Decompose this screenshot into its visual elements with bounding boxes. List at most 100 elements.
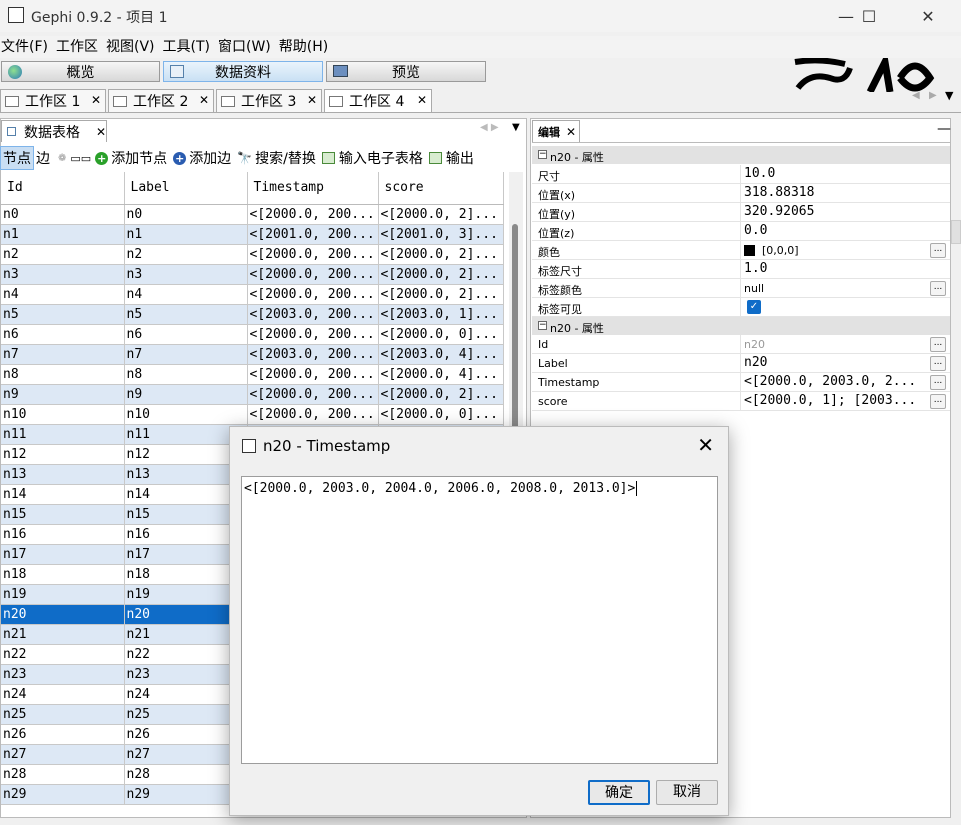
table-cell[interactable]: n5 — [124, 304, 248, 325]
table-cell[interactable]: <[2000.0, 200... — [247, 384, 379, 405]
ellipsis-button[interactable]: ... — [930, 337, 946, 352]
table-cell[interactable]: n7 — [1, 344, 125, 365]
table-row[interactable]: n2 n2 <[2000.0, 200... <[2000.0, 2]... — [1, 244, 504, 265]
close-icon[interactable]: ✕ — [307, 93, 317, 107]
table-cell[interactable]: <[2003.0, 200... — [247, 304, 379, 325]
table-cell[interactable]: n2 — [124, 244, 248, 265]
property-row[interactable]: score <[2000.0, 1]; [2003...... — [532, 392, 950, 411]
property-row[interactable]: Id n20... — [532, 335, 950, 354]
property-value[interactable]: n20 — [744, 338, 765, 351]
table-cell[interactable]: n9 — [1, 384, 125, 405]
table-cell[interactable]: n2 — [1, 244, 125, 265]
table-cell[interactable]: n21 — [1, 624, 125, 645]
table-cell[interactable]: <[2000.0, 0]... — [378, 324, 504, 345]
export-button[interactable]: 输出 — [428, 148, 474, 168]
property-value[interactable]: 318.88318 — [744, 185, 814, 200]
table-cell[interactable]: <[2000.0, 2]... — [378, 384, 504, 405]
tabs-dropdown-icon[interactable]: ▼ — [945, 89, 953, 102]
dialog-close-button[interactable]: ✕ — [697, 433, 714, 457]
workspace-tab-1[interactable]: 工作区 1 ✕ — [0, 89, 106, 112]
property-row[interactable]: 标签颜色 null... — [532, 279, 950, 298]
ellipsis-button[interactable]: ... — [930, 243, 946, 258]
table-cell[interactable]: <[2000.0, 2]... — [378, 284, 504, 305]
table-cell[interactable]: n8 — [1, 364, 125, 385]
workspace-tab-2[interactable]: 工作区 2 ✕ — [108, 89, 214, 112]
table-cell[interactable]: n13 — [1, 464, 125, 485]
minimize-panel-icon[interactable]: — — [937, 121, 951, 137]
menu-help[interactable]: 帮助(H) — [279, 36, 328, 58]
table-cell[interactable]: <[2000.0, 200... — [247, 284, 379, 305]
ok-button[interactable]: 确定 — [588, 780, 650, 805]
add-node-button[interactable]: + 添加节点 — [95, 148, 167, 168]
editor-tab[interactable]: 编辑 ✕ — [532, 120, 580, 142]
table-cell[interactable]: <[2000.0, 2]... — [378, 264, 504, 285]
table-cell[interactable]: n23 — [1, 664, 125, 685]
table-cell[interactable]: <[2000.0, 200... — [247, 204, 379, 225]
table-row[interactable]: n1 n1 <[2001.0, 200... <[2001.0, 3]... — [1, 224, 504, 245]
table-cell[interactable]: <[2001.0, 200... — [247, 224, 379, 245]
table-cell[interactable]: n26 — [1, 724, 125, 745]
cancel-button[interactable]: 取消 — [656, 780, 718, 805]
table-cell[interactable]: n10 — [124, 404, 248, 425]
table-cell[interactable]: n24 — [1, 684, 125, 705]
import-spreadsheet-button[interactable]: 输入电子表格 — [321, 148, 423, 168]
table-cell[interactable]: n16 — [1, 524, 125, 545]
table-row[interactable]: n6 n6 <[2000.0, 200... <[2000.0, 0]... — [1, 324, 504, 345]
ellipsis-button[interactable]: ... — [930, 356, 946, 371]
property-row[interactable]: 尺寸 10.0 — [532, 165, 950, 184]
search-replace-button[interactable]: 🔭 搜索/替换 — [237, 148, 316, 168]
table-cell[interactable]: n5 — [1, 304, 125, 325]
table-cell[interactable]: <[2003.0, 1]... — [378, 304, 504, 325]
property-row[interactable]: 位置(z) 0.0 — [532, 222, 950, 241]
property-value[interactable]: <[2000.0, 2003.0, 2... — [744, 374, 916, 389]
table-row[interactable]: n0 n0 <[2000.0, 200... <[2000.0, 2]... — [1, 204, 504, 225]
group-header-properties[interactable]: − n20 - 属性 — [532, 146, 950, 164]
table-cell[interactable]: n11 — [1, 424, 125, 445]
table-cell[interactable]: n4 — [1, 284, 125, 305]
property-value[interactable]: null — [744, 282, 764, 295]
close-icon[interactable]: ✕ — [417, 93, 427, 107]
column-header-label[interactable]: Label — [124, 172, 248, 205]
table-cell[interactable]: <[2000.0, 200... — [247, 264, 379, 285]
collapse-icon[interactable]: − — [538, 321, 547, 330]
table-row[interactable]: n5 n5 <[2003.0, 200... <[2003.0, 1]... — [1, 304, 504, 325]
table-cell[interactable]: n6 — [124, 324, 248, 345]
table-cell[interactable]: n9 — [124, 384, 248, 405]
menu-view[interactable]: 视图(V) — [106, 36, 155, 58]
property-row[interactable]: Timestamp <[2000.0, 2003.0, 2...... — [532, 373, 950, 392]
table-cell[interactable]: n1 — [1, 224, 125, 245]
table-cell[interactable]: n27 — [1, 744, 125, 765]
table-row[interactable]: n9 n9 <[2000.0, 200... <[2000.0, 2]... — [1, 384, 504, 405]
property-row[interactable]: 颜色 [0,0,0]... — [532, 241, 950, 260]
workspace-tab-3[interactable]: 工作区 3 ✕ — [216, 89, 322, 112]
property-value[interactable]: 0.0 — [744, 223, 767, 238]
mode-tab-overview[interactable]: 概览 — [1, 61, 160, 82]
label-visible-checkbox[interactable]: ✓ — [747, 300, 761, 314]
close-window-button[interactable]: ✕ — [905, 0, 951, 32]
panel-nav-arrows-icon[interactable]: ◀ ▶ — [480, 122, 499, 133]
ellipsis-button[interactable]: ... — [930, 394, 946, 409]
table-cell[interactable]: <[2000.0, 0]... — [378, 404, 504, 425]
table-cell[interactable]: n6 — [1, 324, 125, 345]
table-row[interactable]: n8 n8 <[2000.0, 200... <[2000.0, 4]... — [1, 364, 504, 385]
table-cell[interactable]: n15 — [1, 504, 125, 525]
property-value[interactable]: 1.0 — [744, 261, 767, 276]
menu-file[interactable]: 文件(F) — [1, 36, 48, 58]
panel-dropdown-icon[interactable]: ▼ — [512, 122, 520, 133]
table-cell[interactable]: <[2003.0, 4]... — [378, 344, 504, 365]
ellipsis-button[interactable]: ... — [930, 375, 946, 390]
workspace-tab-4[interactable]: 工作区 4 ✕ — [324, 89, 432, 112]
property-row[interactable]: 标签可见 ✓ — [532, 298, 950, 317]
table-cell[interactable]: n0 — [1, 204, 125, 225]
table-cell[interactable]: n25 — [1, 704, 125, 725]
ellipsis-button[interactable]: ... — [930, 281, 946, 296]
property-value[interactable]: [0,0,0] — [762, 244, 799, 257]
column-header-score[interactable]: score — [378, 172, 504, 205]
table-cell[interactable]: n0 — [124, 204, 248, 225]
column-header-id[interactable]: Id — [1, 172, 125, 205]
property-value[interactable]: n20 — [744, 355, 767, 370]
color-swatch[interactable] — [744, 245, 755, 256]
close-icon[interactable]: ✕ — [96, 125, 106, 139]
settings-icon[interactable]: ❁ — [58, 153, 66, 164]
table-cell[interactable]: n1 — [124, 224, 248, 245]
